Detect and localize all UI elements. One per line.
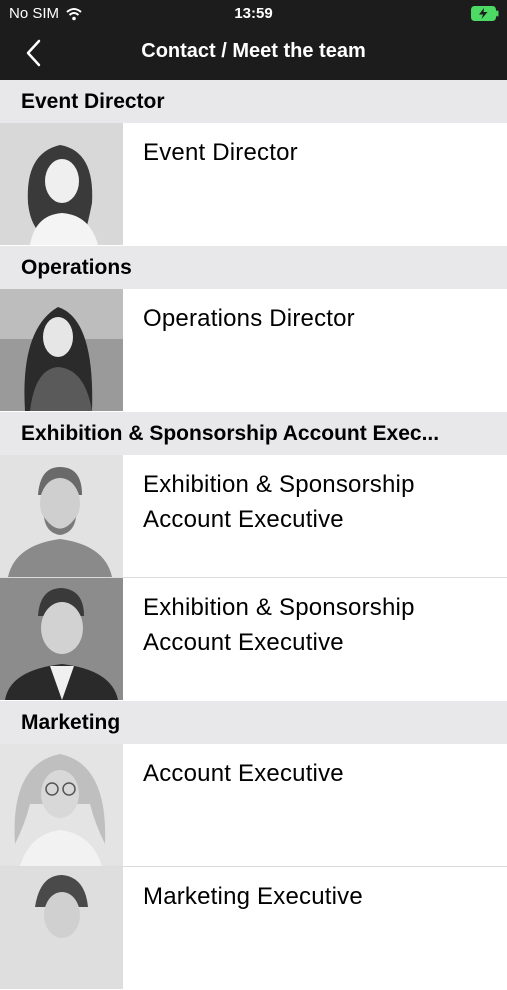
avatar bbox=[0, 289, 123, 411]
section-header: Operations bbox=[0, 246, 507, 289]
status-bar: No SIM 13:59 bbox=[0, 0, 507, 30]
role-label: Exhibition & Sponsorship Account Executi… bbox=[143, 471, 415, 533]
role-label: Marketing Executive bbox=[143, 883, 363, 910]
section-header: Event Director bbox=[0, 80, 507, 123]
role-label: Account Executive bbox=[143, 760, 344, 787]
role-label: Event Director bbox=[143, 139, 298, 166]
role-label: Operations Director bbox=[143, 305, 355, 332]
list-item[interactable]: Operations Director bbox=[0, 289, 507, 412]
page-title: Contact / Meet the team bbox=[141, 40, 366, 62]
avatar bbox=[0, 578, 123, 700]
list-item[interactable]: Account Executive bbox=[0, 744, 507, 867]
list-item[interactable]: Marketing Executive bbox=[0, 867, 507, 990]
avatar bbox=[0, 744, 123, 866]
list-item[interactable]: Exhibition & Sponsorship Account Executi… bbox=[0, 455, 507, 578]
list-item[interactable]: Exhibition & Sponsorship Account Executi… bbox=[0, 578, 507, 701]
section-header: Marketing bbox=[0, 701, 507, 744]
navigation-bar: No SIM 13:59 Contact / Meet the team bbox=[0, 0, 507, 80]
status-time: 13:59 bbox=[234, 5, 273, 22]
role-label: Exhibition & Sponsorship Account Executi… bbox=[143, 594, 415, 656]
avatar bbox=[0, 123, 123, 245]
team-list[interactable]: Event Director Event Director Operations… bbox=[0, 80, 507, 990]
battery-charging-icon bbox=[471, 6, 499, 21]
avatar bbox=[0, 455, 123, 577]
section-header: Exhibition & Sponsorship Account Exec... bbox=[0, 412, 507, 455]
list-item[interactable]: Event Director bbox=[0, 123, 507, 246]
avatar bbox=[0, 867, 123, 989]
